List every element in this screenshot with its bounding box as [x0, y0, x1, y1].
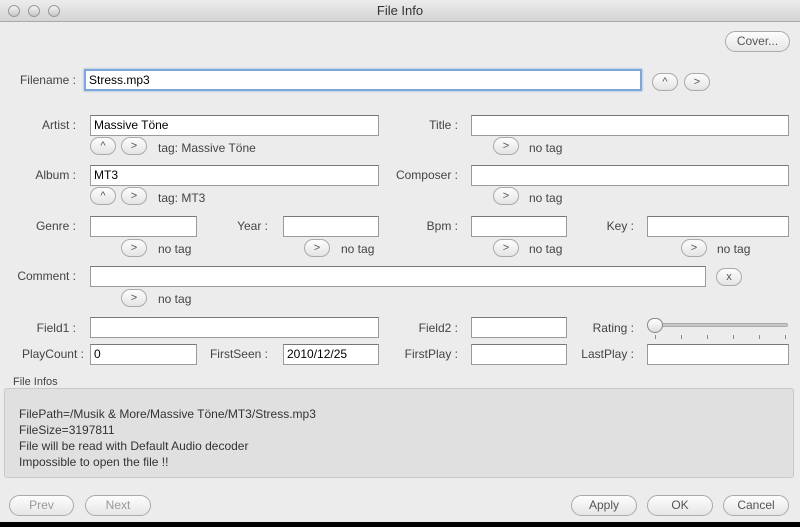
artist-up-button[interactable]: ^: [90, 137, 116, 155]
album-label: Album :: [35, 168, 76, 182]
file-info-line: FileSize=3197811: [19, 423, 115, 437]
bpm-input[interactable]: [471, 216, 567, 237]
year-tag: no tag: [341, 242, 375, 256]
artist-input[interactable]: Massive Töne: [90, 115, 379, 136]
comment-label: Comment :: [17, 269, 76, 283]
bpm-tag: no tag: [529, 242, 563, 256]
firstplay-label: FirstPlay :: [404, 347, 458, 361]
album-input[interactable]: MT3: [90, 165, 379, 186]
title-input[interactable]: [471, 115, 789, 136]
title-next-button[interactable]: >: [493, 137, 519, 155]
title-label: Title :: [429, 118, 458, 132]
prev-button[interactable]: Prev: [9, 495, 74, 516]
artist-next-button[interactable]: >: [121, 137, 147, 155]
year-label: Year :: [237, 219, 268, 233]
composer-label: Composer :: [395, 168, 458, 182]
year-input[interactable]: [283, 216, 379, 237]
composer-tag: no tag: [529, 191, 563, 205]
lastplay-label: LastPlay :: [581, 347, 634, 361]
rating-tick: [655, 335, 656, 339]
artist-label: Artist :: [41, 118, 76, 132]
rating-tick: [759, 335, 760, 339]
composer-input[interactable]: [471, 165, 789, 186]
field1-label: Field1 :: [36, 321, 76, 335]
title-bar: File Info: [0, 0, 800, 22]
album-tag: tag: MT3: [158, 191, 206, 205]
key-tag: no tag: [717, 242, 751, 256]
key-next-button[interactable]: >: [681, 239, 707, 257]
filename-next-button[interactable]: >: [684, 73, 710, 91]
genre-tag: no tag: [158, 242, 192, 256]
playcount-input[interactable]: 0: [90, 344, 197, 365]
title-tag: no tag: [529, 141, 563, 155]
filename-up-button[interactable]: ^: [652, 73, 678, 91]
cover-button[interactable]: Cover...: [725, 31, 790, 52]
firstseen-label: FirstSeen :: [209, 347, 268, 361]
comment-input[interactable]: [90, 266, 706, 287]
album-up-button[interactable]: ^: [90, 187, 116, 205]
key-label: Key :: [606, 219, 634, 233]
file-infos-label: File Infos: [13, 376, 58, 388]
filename-label: Filename :: [19, 73, 76, 87]
key-input[interactable]: [647, 216, 789, 237]
filename-input[interactable]: Stress.mp3: [84, 69, 642, 91]
genre-next-button[interactable]: >: [121, 239, 147, 257]
file-infos-box: FilePath=/Musik & More/Massive Töne/MT3/…: [4, 388, 794, 478]
rating-tick: [681, 335, 682, 339]
firstseen-input[interactable]: 2010/12/25: [283, 344, 379, 365]
cancel-button[interactable]: Cancel: [723, 495, 789, 516]
rating-tick: [707, 335, 708, 339]
file-info-line: Impossible to open the file !!: [19, 455, 169, 469]
rating-slider[interactable]: [652, 323, 788, 327]
field2-input[interactable]: [471, 317, 567, 338]
window-title: File Info: [376, 3, 424, 18]
file-info-line: File will be read with Default Audio dec…: [19, 439, 249, 453]
ok-button[interactable]: OK: [647, 495, 713, 516]
bpm-label: Bpm :: [426, 219, 458, 233]
artist-tag: tag: Massive Töne: [158, 141, 256, 155]
rating-tick: [785, 335, 786, 339]
lastplay-input[interactable]: [647, 344, 789, 365]
next-button[interactable]: Next: [85, 495, 151, 516]
apply-button[interactable]: Apply: [571, 495, 637, 516]
rating-tick: [733, 335, 734, 339]
field1-input[interactable]: [90, 317, 379, 338]
rating-slider-knob[interactable]: [647, 318, 663, 333]
firstplay-input[interactable]: [471, 344, 567, 365]
file-info-window: File Info Cover... Filename : Stress.mp3…: [0, 0, 800, 522]
comment-next-button[interactable]: >: [121, 289, 147, 307]
bpm-next-button[interactable]: >: [493, 239, 519, 257]
comment-tag: no tag: [158, 292, 192, 306]
minimize-window-button[interactable]: [28, 5, 40, 17]
rating-label: Rating :: [592, 321, 634, 335]
field2-label: Field2 :: [418, 321, 458, 335]
zoom-window-button[interactable]: [48, 5, 60, 17]
file-info-line: FilePath=/Musik & More/Massive Töne/MT3/…: [19, 407, 316, 421]
playcount-label: PlayCount :: [21, 347, 84, 361]
genre-input[interactable]: [90, 216, 197, 237]
comment-clear-button[interactable]: x: [716, 268, 742, 286]
close-window-button[interactable]: [8, 5, 20, 17]
genre-label: Genre :: [35, 219, 76, 233]
composer-next-button[interactable]: >: [493, 187, 519, 205]
album-next-button[interactable]: >: [121, 187, 147, 205]
year-next-button[interactable]: >: [304, 239, 330, 257]
